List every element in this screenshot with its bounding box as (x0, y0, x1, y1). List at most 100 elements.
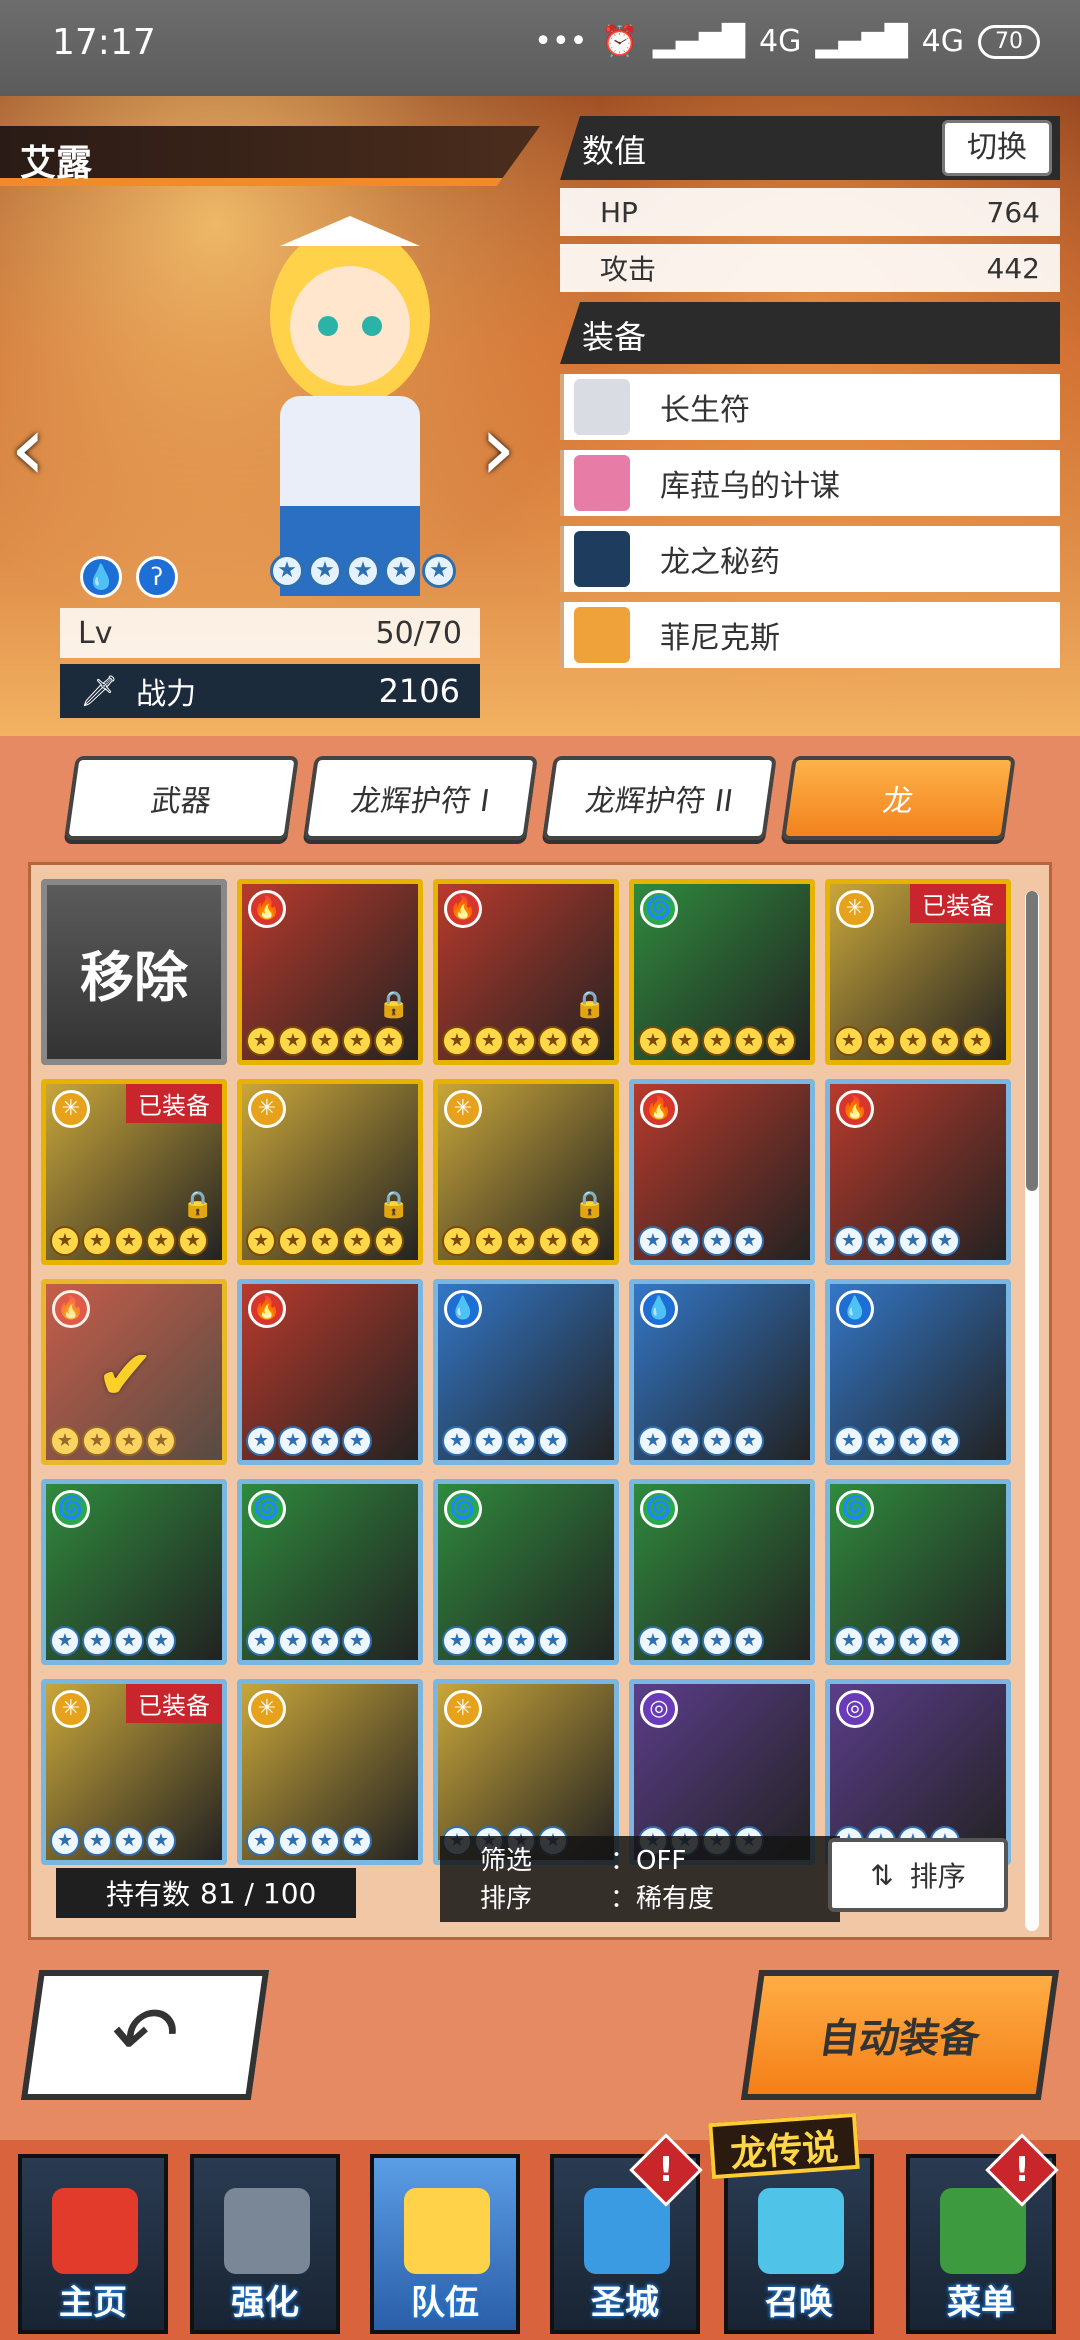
sort-button[interactable]: ⇅ 排序 (828, 1838, 1008, 1912)
tab-dragon[interactable]: 龙 (781, 756, 1016, 840)
equipment-header: 装备 (560, 302, 1060, 364)
star-icon: ★ (342, 1026, 372, 1056)
hero-stars: ★ ★ ★ ★ ★ (270, 554, 456, 588)
auto-equip-button[interactable]: 自动装备 (740, 1970, 1060, 2100)
scrollbar[interactable] (1025, 891, 1039, 1931)
scrollbar-thumb[interactable] (1026, 891, 1038, 1191)
nav-holy-city[interactable]: 圣城 ! (550, 2133, 703, 2334)
signal-icon-2: ▂▄▆█ (815, 24, 908, 59)
card-stars: ★ ★ ★ ★ ★ (442, 1226, 600, 1256)
notification-dots: ••• (534, 24, 588, 59)
equipment-slot-1[interactable]: 长生符 (560, 374, 1060, 440)
star-icon: ★ (930, 1026, 960, 1056)
nav-menu[interactable]: 菜单 ! (906, 2133, 1059, 2334)
star-icon: ★ (278, 1426, 308, 1456)
light-element-icon: ✳ (248, 1090, 286, 1128)
nav-home[interactable]: 主页 (18, 2154, 168, 2334)
dragon-card[interactable]: 🔥 ★ ★ ★ ★ (237, 1279, 423, 1465)
prev-hero-arrow[interactable]: ‹ (10, 396, 46, 501)
light-element-icon: ✳ (248, 1690, 286, 1728)
water-element-icon: 💧 (444, 1290, 482, 1328)
dragon-card[interactable]: 🔥 ★ ★ ★ ★ ★ 🔒 (237, 879, 423, 1065)
switch-button[interactable]: 切换 (942, 120, 1052, 176)
nav-team[interactable]: 队伍 (370, 2154, 520, 2334)
star-icon: ★ (270, 554, 304, 588)
star-icon: ★ (146, 1426, 176, 1456)
filter-label: 筛选 (480, 1846, 533, 1876)
star-icon: ★ (146, 1826, 176, 1856)
status-time: 17:17 (52, 22, 156, 63)
nav-label: 圣城 (591, 2283, 659, 2323)
dragon-card[interactable]: 🌀 ★ ★ ★ ★ (41, 1479, 227, 1665)
equipment-slot-3[interactable]: 龙之秘药 (560, 526, 1060, 592)
fire-element-icon: 🔥 (836, 1090, 874, 1128)
dragon-card[interactable]: 🌀 ★ ★ ★ ★ (825, 1479, 1011, 1665)
dragon-card[interactable]: 🔥 ★ ★ ★ ★ (629, 1079, 815, 1265)
remove-button[interactable]: 移除 (41, 879, 227, 1065)
nav-label: 队伍 (411, 2283, 479, 2323)
card-stars: ★★★★ (442, 1626, 568, 1656)
card-stars: ★★★★ (50, 1426, 176, 1456)
owned-count-bar: 持有数 81 / 100 (56, 1868, 356, 1918)
next-hero-arrow[interactable]: › (480, 396, 516, 501)
equipment-slot-2[interactable]: 库菈乌的计谋 (560, 450, 1060, 516)
nav-label: 召唤 (765, 2283, 833, 2323)
dragon-card[interactable]: 🔥 ★ ★ ★ ★ (825, 1079, 1011, 1265)
nav-summon[interactable]: 召唤 (724, 2154, 874, 2334)
dragon-card[interactable]: ✳ ★ ★ ★ ★ 已装备 (41, 1679, 227, 1865)
star-icon: ★ (670, 1626, 700, 1656)
hero-name: 艾露 (20, 143, 93, 184)
star-icon: ★ (442, 1426, 472, 1456)
star-icon: ★ (442, 1626, 472, 1656)
star-icon: ★ (384, 554, 418, 588)
dragon-card[interactable]: 💧 ★ ★ ★ ★ (629, 1279, 815, 1465)
card-stars: ★★★★ (638, 1426, 764, 1456)
dragon-card[interactable]: 💧 ★ ★ ★ ★ (825, 1279, 1011, 1465)
star-icon: ★ (278, 1026, 308, 1056)
star-icon: ★ (702, 1026, 732, 1056)
dragon-card[interactable]: ✳★★★★ (237, 1679, 423, 1865)
star-icon: ★ (310, 1026, 340, 1056)
card-stars: ★ ★ ★ ★ ★ (246, 1226, 404, 1256)
card-stars: ★ ★ ★ ★ ★ (50, 1226, 208, 1256)
fire-element-icon: 🔥 (640, 1090, 678, 1128)
nav-enhance[interactable]: 强化 (190, 2154, 340, 2334)
sort-value: ：稀有度 (610, 1884, 715, 1914)
wind-element-icon: 🌀 (52, 1490, 90, 1528)
star-icon: ★ (50, 1626, 80, 1656)
dragon-card[interactable]: ✳ ★ ★ ★ ★ ★ 已装备 🔒 (41, 1079, 227, 1265)
dragon-card[interactable]: 💧 ★ ★ ★ ★ (433, 1279, 619, 1465)
star-icon: ★ (146, 1226, 176, 1256)
dragon-card[interactable]: 🌀 ★ ★ ★ ★ (237, 1479, 423, 1665)
dragon-card[interactable]: ✳ ★ ★ ★ ★ ★ 🔒 (433, 1079, 619, 1265)
light-element-icon: ✳ (836, 890, 874, 928)
dragon-card[interactable]: 🔥 ★ ★ ★ ★ ★ 🔒 (433, 879, 619, 1065)
star-icon: ★ (246, 1626, 276, 1656)
star-icon: ★ (834, 1026, 864, 1056)
stat-label: HP (600, 195, 638, 229)
water-element-icon: 💧 (836, 1290, 874, 1328)
dragon-card[interactable]: ✳ ★ ★ ★ ★ ★ 🔒 (237, 1079, 423, 1265)
card-stars: ★★★★ (442, 1426, 568, 1456)
star-icon: ★ (82, 1826, 112, 1856)
card-stars: ★★★★ (246, 1426, 372, 1456)
equipment-slot-4[interactable]: 菲尼克斯 (560, 602, 1060, 668)
dragon-card[interactable]: 🌀 ★ ★ ★ ★ ★ (629, 879, 815, 1065)
dragon-card[interactable]: ✳ ★ ★ ★ ★ ★ 已装备 (825, 879, 1011, 1065)
dragon-card[interactable]: 🌀 ★ ★ ★ ★ (433, 1479, 619, 1665)
tab-amulet-1[interactable]: 龙辉护符 I (303, 756, 538, 840)
dragon-card[interactable]: 🌀 ★ ★ ★ ★ (629, 1479, 815, 1665)
dragon-grid-panel: 移除 🔥 ★ ★ ★ ★ ★ 🔒 🔥 ★ ★ ★ ★ ★ 🔒 🌀 ★ ★ ★ ★ ★ ✳ ★ ★ ★ ★ ★ 已装备 ✳ ★ ★ ★ ★ ★ 已装… (28, 862, 1052, 1940)
nav-label: 菜单 (947, 2283, 1015, 2323)
star-icon: ★ (866, 1226, 896, 1256)
charm-icon (574, 531, 630, 587)
tab-amulet-2[interactable]: 龙辉护符 II (542, 756, 777, 840)
star-icon: ★ (278, 1626, 308, 1656)
back-button[interactable]: ↶ (20, 1970, 270, 2100)
dragon-card[interactable]: 🔥 ★ ★ ★ ★ ✔ (41, 1279, 227, 1465)
tab-weapon[interactable]: 武器 (64, 756, 299, 840)
star-icon: ★ (538, 1626, 568, 1656)
star-icon: ★ (246, 1026, 276, 1056)
equipped-badge: 已装备 (910, 884, 1006, 923)
water-element-icon: 💧 (640, 1290, 678, 1328)
